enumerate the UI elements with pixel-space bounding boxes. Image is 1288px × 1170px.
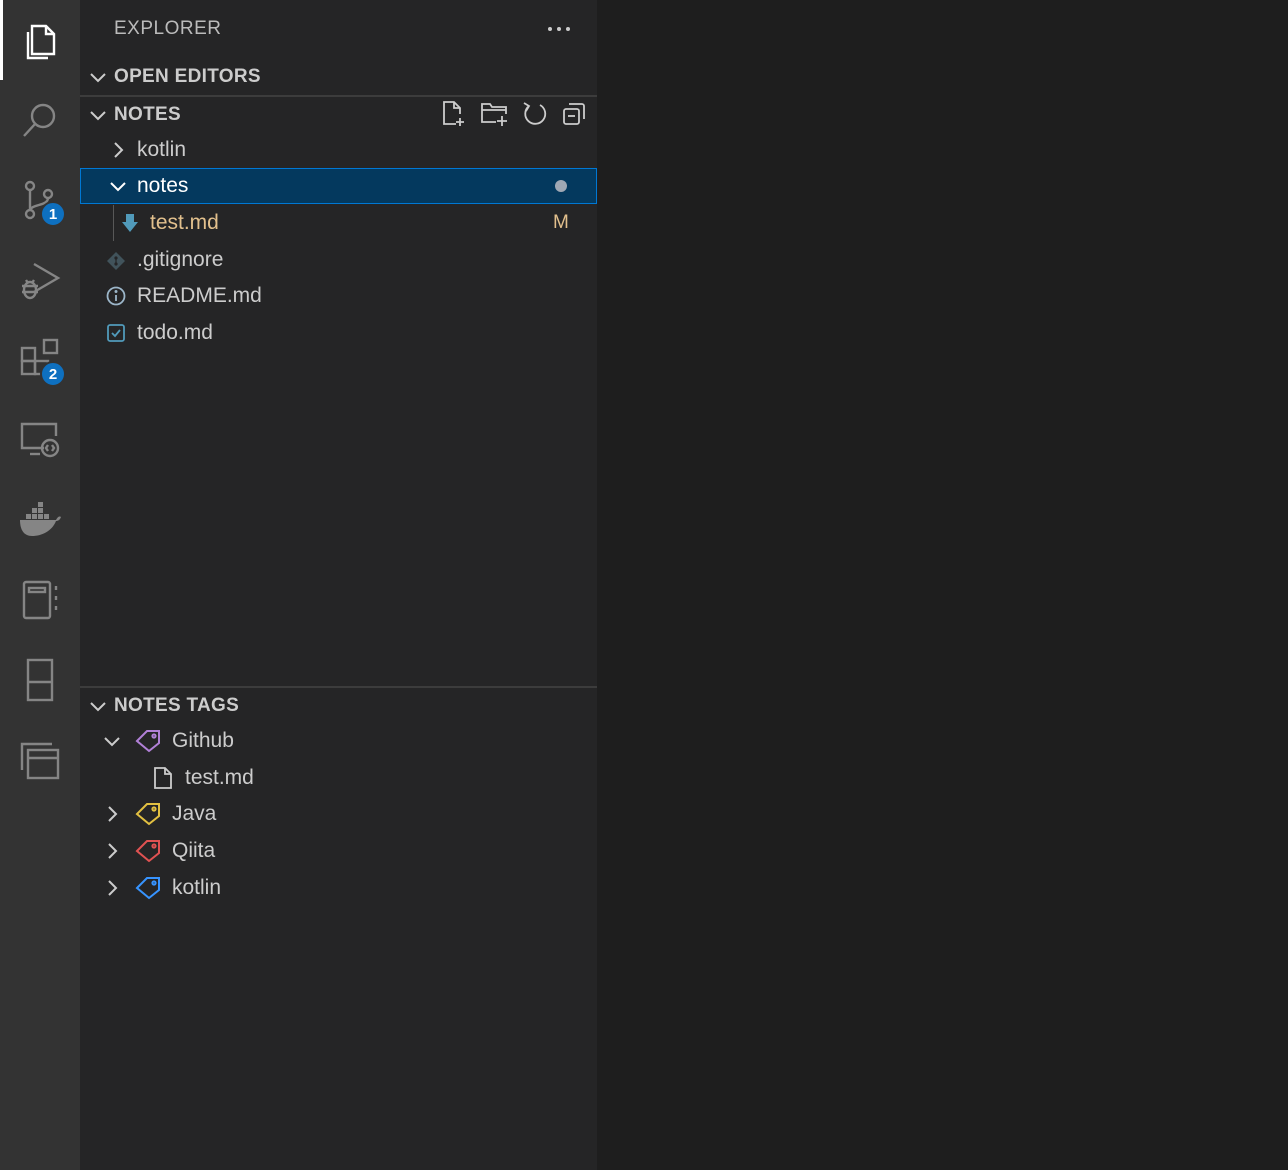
- search-icon[interactable]: [0, 80, 80, 160]
- source-control-badge: 1: [40, 201, 66, 227]
- source-control-icon[interactable]: 1: [0, 160, 80, 240]
- todo-checkbox-icon: [106, 323, 126, 343]
- modified-dot-icon: [554, 179, 568, 193]
- notes-tags-label: NOTES TAGS: [114, 695, 239, 717]
- tree-item-file[interactable]: test.md M: [80, 205, 597, 241]
- tree-item-label: kotlin: [137, 138, 186, 162]
- tag-icon: [135, 839, 161, 863]
- ellipsis-icon[interactable]: [546, 18, 572, 40]
- open-editors-header[interactable]: OPEN EDITORS: [80, 59, 597, 95]
- explorer-sidebar: EXPLORER OPEN EDITORS NOTES: [80, 0, 597, 1170]
- activity-bar: 1 2: [0, 0, 80, 1170]
- info-icon: [106, 286, 126, 306]
- tree-item-label: README.md: [137, 284, 262, 308]
- tree-item-label: .gitignore: [137, 248, 223, 272]
- explorer-title: EXPLORER: [114, 18, 221, 40]
- open-editors-label: OPEN EDITORS: [114, 66, 261, 88]
- chevron-right-icon: [102, 804, 122, 824]
- tag-file-item[interactable]: test.md: [80, 760, 597, 796]
- markdown-download-icon: [120, 213, 140, 233]
- file-icon: [152, 766, 174, 790]
- tree-item-folder[interactable]: kotlin: [80, 132, 597, 168]
- tree-item-label: notes: [137, 174, 188, 198]
- tag-label: Github: [172, 729, 234, 753]
- git-status-badge: M: [553, 212, 569, 234]
- refresh-icon[interactable]: [520, 100, 548, 128]
- tree-item-file[interactable]: .gitignore: [80, 242, 597, 278]
- editor-area[interactable]: [597, 0, 1288, 1170]
- tag-icon: [135, 729, 161, 753]
- tag-item-java[interactable]: Java: [80, 796, 597, 832]
- git-icon: [106, 251, 126, 271]
- tag-icon: [135, 802, 161, 826]
- chevron-right-icon: [108, 140, 128, 160]
- chevron-down-icon: [88, 696, 108, 716]
- new-file-icon[interactable]: [440, 100, 468, 128]
- tag-label: Qiita: [172, 839, 215, 863]
- chevron-down-icon: [108, 176, 128, 196]
- run-debug-icon[interactable]: [0, 240, 80, 320]
- notes-tags-header[interactable]: NOTES TAGS: [80, 688, 597, 724]
- tag-item-kotlin[interactable]: kotlin: [80, 870, 597, 906]
- chevron-down-icon: [88, 67, 108, 87]
- tag-icon: [135, 876, 161, 900]
- extensions-badge: 2: [40, 361, 66, 387]
- tree-item-file[interactable]: README.md: [80, 278, 597, 314]
- notebook-icon[interactable]: [0, 560, 80, 640]
- tag-label: Java: [172, 802, 216, 826]
- new-folder-icon[interactable]: [480, 100, 508, 128]
- files-icon[interactable]: [0, 0, 80, 80]
- tag-item-qiita[interactable]: Qiita: [80, 833, 597, 869]
- active-indicator: [0, 0, 3, 80]
- chevron-right-icon: [102, 878, 122, 898]
- tag-file-label: test.md: [185, 766, 254, 790]
- chevron-down-icon: [88, 105, 108, 125]
- tag-item-github[interactable]: Github: [80, 723, 597, 759]
- tree-item-label: test.md: [150, 211, 219, 235]
- chevron-down-icon: [102, 731, 122, 751]
- collapse-all-icon[interactable]: [560, 100, 588, 128]
- tree-item-file[interactable]: todo.md: [80, 315, 597, 351]
- tree-item-folder-selected[interactable]: notes: [80, 168, 597, 204]
- windows-icon[interactable]: [0, 720, 80, 800]
- notes-label: NOTES: [114, 104, 181, 126]
- tag-label: kotlin: [172, 876, 221, 900]
- remote-explorer-icon[interactable]: [0, 400, 80, 480]
- docker-icon[interactable]: [0, 480, 80, 560]
- extensions-icon[interactable]: 2: [0, 320, 80, 400]
- tree-item-label: todo.md: [137, 321, 213, 345]
- chevron-right-icon: [102, 841, 122, 861]
- panel-icon[interactable]: [0, 640, 80, 720]
